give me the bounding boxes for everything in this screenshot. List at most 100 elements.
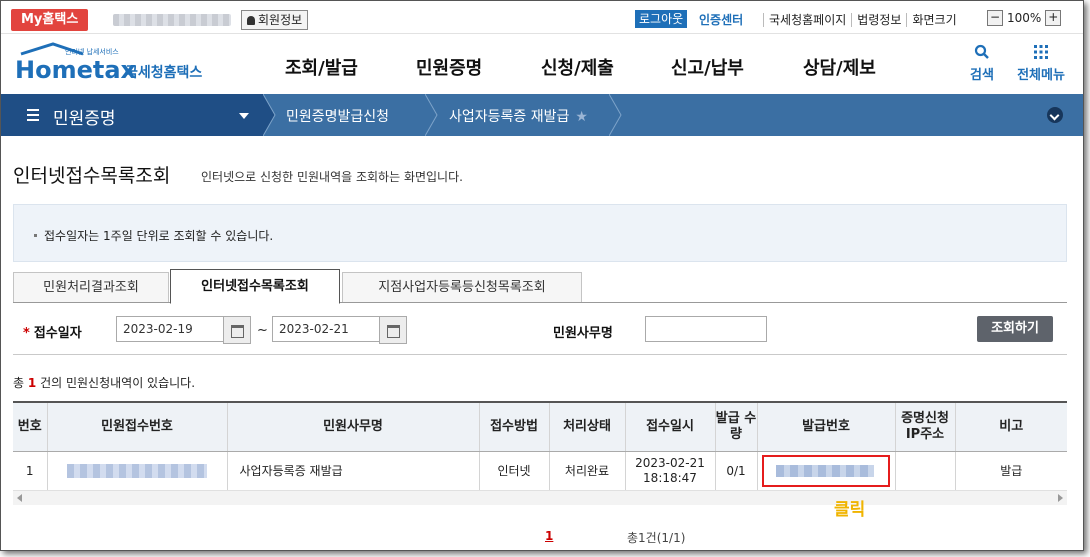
table-header-row: 번호 민원접수번호 민원사무명 접수방법 처리상태 접수일시 발급 수량 발급번… xyxy=(13,401,1067,452)
tab-bar: 민원처리결과조회 인터넷접수목록조회 지점사업자등록등신청목록조회 xyxy=(13,269,1067,304)
cell-qty: 0/1 xyxy=(714,451,757,491)
col-header-method: 접수방법 xyxy=(478,401,549,452)
results-table: 번호 민원접수번호 민원사무명 접수방법 처리상태 접수일시 발급 수량 발급번… xyxy=(13,401,1067,491)
result-count-number: 1 xyxy=(27,376,37,390)
site-header: 인터넷 납세서비스 Hometax 국세청홈택스 조회/발급 민원증명 신청/제… xyxy=(1,34,1083,94)
logout-button[interactable]: 로그아웃 xyxy=(635,10,688,28)
search-label: 검색 xyxy=(970,68,994,83)
col-header-note: 비고 xyxy=(954,401,1067,452)
zoom-in-button[interactable]: + xyxy=(1045,10,1062,26)
zoom-control: −100% + xyxy=(987,10,1062,26)
blurred-receipt-number[interactable] xyxy=(67,464,207,478)
hometax-logo-icon: 인터넷 납세서비스 Hometax 국세청홈택스 xyxy=(15,42,202,84)
all-menu-label: 전체메뉴 xyxy=(1017,68,1065,83)
search-icon xyxy=(974,44,989,59)
pagination-total: 총1건(1/1) xyxy=(627,531,686,545)
notice-text: 접수일자는 1주일 단위로 조회할 수 있습니다. xyxy=(34,227,273,244)
logo-small-text: 인터넷 납세서비스 xyxy=(65,47,119,56)
col-header-status: 처리상태 xyxy=(548,401,625,452)
pagination-current-page[interactable]: 1 xyxy=(545,529,553,543)
search-form: * 접수일자 2023-02-19 ~ 2023-02-21 민원사무명 조회하기 xyxy=(13,306,1067,355)
issue-number-link[interactable] xyxy=(762,455,890,487)
nav-civil-certificate[interactable]: 민원증명 xyxy=(416,54,482,80)
cell-office-name: 사업자등록증 재발급 xyxy=(226,451,479,491)
breadcrumb-item-reissue-label[interactable]: 사업자등록증 재발급 xyxy=(449,109,569,125)
cell-status: 처리완료 xyxy=(548,451,625,491)
query-button[interactable]: 조회하기 xyxy=(977,316,1053,342)
cell-note: 발급 xyxy=(954,451,1067,491)
nav-apply-submit[interactable]: 신청/제출 xyxy=(541,54,614,80)
cell-issue-no xyxy=(756,451,895,491)
date-label-text: 접수일자 xyxy=(33,326,82,341)
page-description: 인터넷으로 신청한 민원내역을 조회하는 화면입니다. xyxy=(201,170,463,184)
cell-date-time: 18:18:47 xyxy=(643,471,697,485)
calendar-icon[interactable] xyxy=(379,316,407,344)
click-annotation-label: 클릭 xyxy=(834,500,866,520)
nts-homepage-link[interactable]: 국세청홈페이지 xyxy=(763,13,852,27)
breadcrumb-separator-icon xyxy=(425,94,438,136)
screen-size-label: 화면크기 xyxy=(906,13,962,27)
law-info-link[interactable]: 법령정보 xyxy=(851,13,907,27)
tab-internet-received-list[interactable]: 인터넷접수목록조회 xyxy=(170,269,340,304)
breadcrumb-item-issue-request[interactable]: 민원증명발급신청 xyxy=(286,106,389,126)
col-header-no: 번호 xyxy=(13,401,47,452)
result-count: 총 1 건의 민원신청내역이 있습니다. xyxy=(13,374,195,391)
breadcrumb: 민원증명 민원증명발급신청 사업자등록증 재발급 ★ xyxy=(1,94,1083,136)
required-mark: * xyxy=(23,326,30,341)
zoom-out-button[interactable]: − xyxy=(987,10,1003,26)
cert-center-link[interactable]: 인증센터 xyxy=(699,11,743,28)
zoom-value: 100% xyxy=(1007,11,1042,25)
hometax-logo[interactable]: 인터넷 납세서비스 Hometax 국세청홈택스 xyxy=(13,40,213,86)
logo-main-text: Hometax xyxy=(15,56,137,84)
col-header-issue-no: 발급번호 xyxy=(756,401,895,452)
dropdown-arrow-icon xyxy=(239,113,249,119)
notice-box: 접수일자는 1주일 단위로 조회할 수 있습니다. xyxy=(13,204,1067,262)
horizontal-scrollbar[interactable] xyxy=(13,490,1067,505)
collapse-chevron-icon[interactable] xyxy=(1047,107,1063,123)
all-menu-button[interactable]: 전체메뉴 xyxy=(1013,44,1069,83)
page-title: 인터넷접수목록조회 xyxy=(13,165,171,187)
cell-date: 2023-02-21 18:18:47 xyxy=(624,451,715,491)
person-icon xyxy=(247,16,255,25)
search-button[interactable]: 검색 xyxy=(967,44,997,83)
scroll-left-arrow-icon[interactable] xyxy=(17,494,22,502)
date-from-field[interactable]: 2023-02-19 xyxy=(116,316,228,342)
cell-no: 1 xyxy=(13,451,47,491)
breadcrumb-main-menu[interactable]: 민원증명 xyxy=(1,94,263,136)
date-separator: ~ xyxy=(257,323,268,338)
member-info-label: 회원정보 xyxy=(258,13,303,27)
breadcrumb-separator-icon xyxy=(609,94,622,136)
office-name-label: 민원사무명 xyxy=(553,326,613,341)
my-hometax-button[interactable]: My홈택스 xyxy=(11,9,89,31)
top-utility-bar: My홈택스 회원정보 로그아웃 인증센터 국세청홈페이지 법령정보 화면크기 −10… xyxy=(1,1,1083,34)
favorite-star-icon[interactable]: ★ xyxy=(575,109,588,125)
nav-report-pay[interactable]: 신고/납부 xyxy=(671,54,744,80)
nav-consult-report[interactable]: 상담/제보 xyxy=(803,54,876,80)
scroll-right-arrow-icon[interactable] xyxy=(1058,494,1063,502)
table-row: 1 사업자등록증 재발급 인터넷 처리완료 2023-02-21 18:18:47… xyxy=(13,451,1067,491)
browser-frame: My홈택스 회원정보 로그아웃 인증센터 국세청홈페이지 법령정보 화면크기 −10… xyxy=(0,0,1084,551)
date-to-field[interactable]: 2023-02-21 xyxy=(272,316,384,342)
date-label: * 접수일자 xyxy=(23,322,82,341)
nav-inquiry-issue[interactable]: 조회/발급 xyxy=(285,54,358,80)
cell-date-day: 2023-02-21 xyxy=(635,456,705,470)
calendar-icon[interactable] xyxy=(223,316,251,344)
tab-branch-registration-list[interactable]: 지점사업자등록등신청목록조회 xyxy=(342,272,582,302)
hamburger-icon xyxy=(27,109,39,121)
utility-links: 국세청홈페이지 법령정보 화면크기 xyxy=(763,11,962,28)
cell-receipt-no xyxy=(46,451,227,491)
breadcrumb-item-reissue: 사업자등록증 재발급 ★ xyxy=(449,106,588,126)
breadcrumb-separator-icon xyxy=(263,94,276,136)
grid-menu-icon xyxy=(1034,45,1048,59)
member-info-button[interactable]: 회원정보 xyxy=(241,10,309,30)
result-count-prefix: 총 xyxy=(13,376,25,390)
office-name-input[interactable] xyxy=(645,316,767,342)
cell-ip xyxy=(894,451,955,491)
tab-processing-results[interactable]: 민원처리결과조회 xyxy=(13,272,169,302)
logo-korean-text: 국세청홈택스 xyxy=(125,64,202,81)
breadcrumb-main-label: 민원증명 xyxy=(53,109,116,129)
col-header-office-name: 민원사무명 xyxy=(226,401,479,452)
blurred-user-name xyxy=(113,14,231,26)
col-header-date: 접수일시 xyxy=(624,401,715,452)
col-header-receipt-no: 민원접수번호 xyxy=(46,401,227,452)
